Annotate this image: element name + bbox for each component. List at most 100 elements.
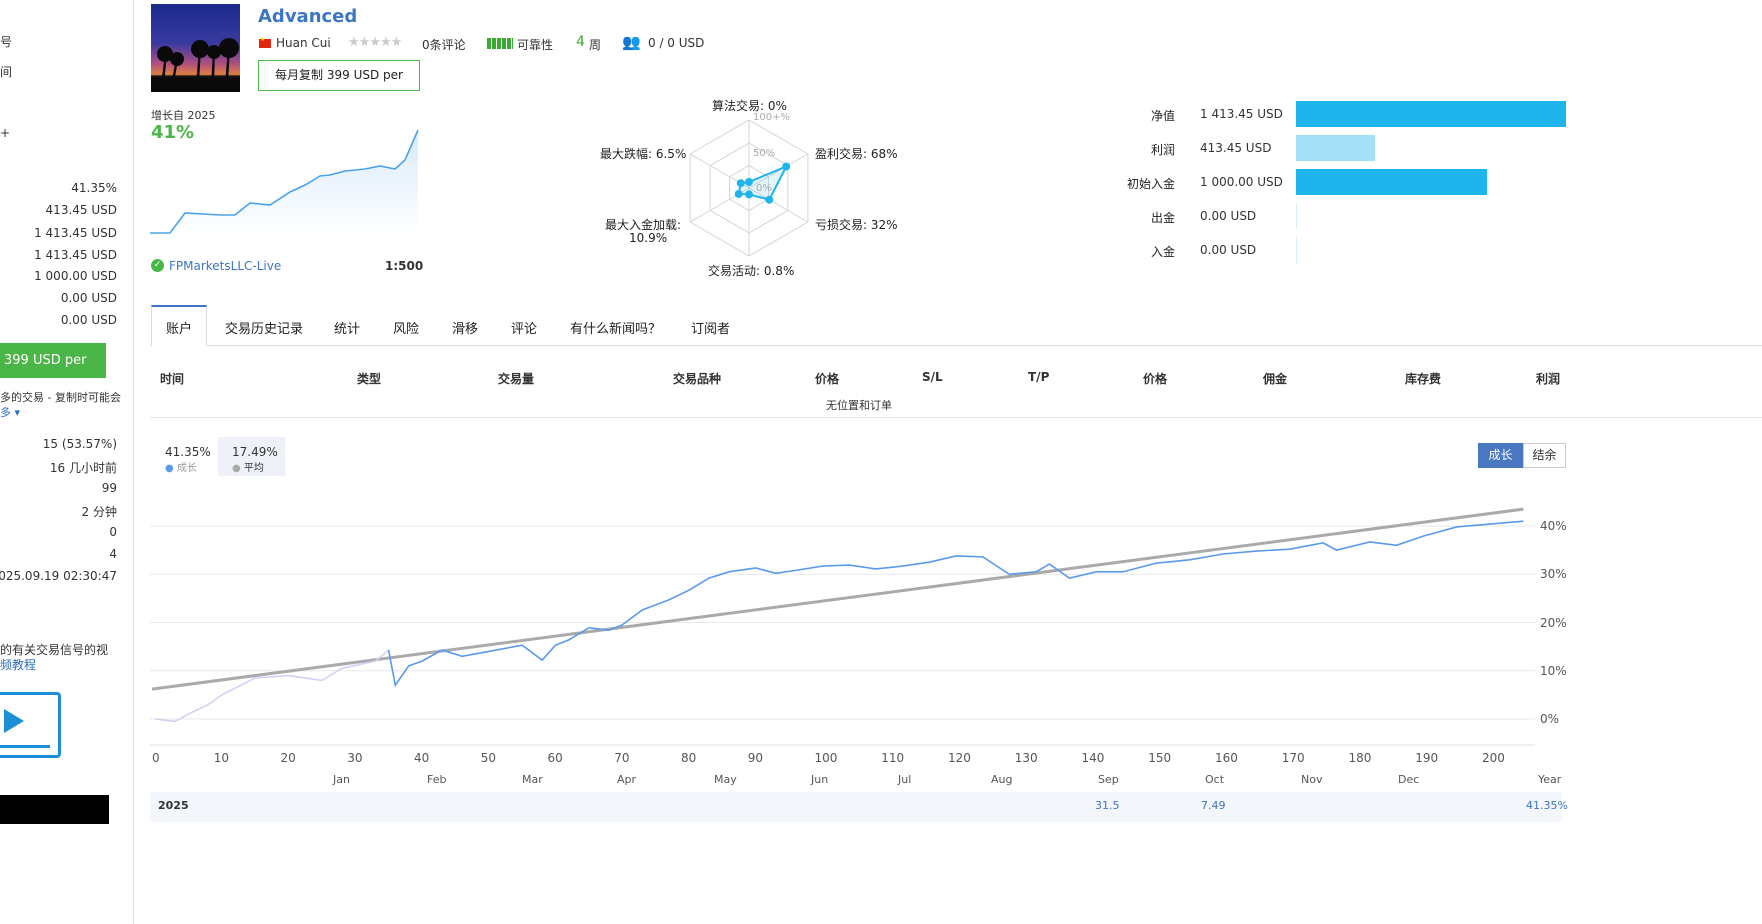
balance-label: 利润 [1150,143,1175,157]
month-label: Jul [898,773,912,786]
legend-growth-value: 41.35% [165,445,211,459]
x-tick-label: 190 [1415,751,1439,765]
balance-label: 出金 [1150,211,1175,225]
year-row [150,792,1562,822]
sidebar-stat: 16 几小时前 [49,461,117,475]
video-play-icon[interactable] [0,692,61,758]
sidebar-value: 0.00 USD [60,313,117,327]
table-empty-message: 无位置和订单 [826,399,892,412]
reviews-link[interactable]: 0条评论 [422,36,466,53]
month-label: Aug [991,773,1013,786]
growth-since-label: 增长自 2025 [151,109,216,122]
x-tick-label: 80 [681,751,697,765]
radar-point [782,162,791,171]
weeks-unit: 周 [589,38,602,52]
sidebar-value: 0.00 USD [60,291,117,305]
reliability-label: 可靠性 [517,38,554,52]
month-label: Jun [811,773,829,786]
month-label: Oct [1205,773,1225,786]
tab-news[interactable]: 有什么新闻吗？ [570,318,661,337]
legend-average-value: 17.49% [232,445,278,459]
month-label: Year [1538,773,1562,786]
month-label: Mar [522,773,543,786]
tab-risk[interactable]: 风险 [393,318,419,337]
radar-point [734,189,743,198]
sidebar-value: 41.35% [71,181,117,195]
radar-label-loss: 亏损交易: 32% [815,218,898,232]
sidebar-label: 间 [0,65,13,79]
col-time: 时间 [160,372,185,386]
balance-label: 入金 [1150,245,1175,259]
x-tick-label: 150 [1148,751,1172,765]
legend-average[interactable]: 17.49% ● 平均 [218,437,285,476]
year-row-sep: 31.5 [1095,799,1120,812]
broker-link[interactable]: FPMarketsLLC-Live [169,259,281,273]
x-tick-label: 50 [480,751,497,765]
leverage-value: 1:500 [385,259,424,273]
sidebar-stat: 2025.09.19 02:30:47 [0,569,117,583]
x-tick-label: 120 [948,751,971,765]
balance-bar [1296,203,1297,229]
radar-tick: 50% [753,148,776,159]
sidebar-stat: 99 [101,481,117,495]
x-tick-label: 160 [1215,751,1238,765]
radar-point [736,179,745,188]
warning-text: 多的交易 - 复制时可能会 [0,391,121,404]
year-row-total: 41.35% [1526,799,1568,812]
balance-value: 1 000.00 USD [1200,175,1283,189]
signal-avatar [151,4,240,92]
radar-value-deposit-load: 10.9% [629,231,668,245]
x-tick-label: 140 [1081,751,1105,765]
tab-account[interactable]: 账户 [166,318,192,337]
subscribers-icon: 👥 [622,33,641,51]
toggle-balance-button[interactable]: 结余 [1523,443,1566,468]
balance-value: 0.00 USD [1200,209,1257,223]
author-link[interactable]: Huan Cui [276,36,331,50]
x-tick-label: 20 [280,751,296,765]
radar-point [745,190,753,199]
china-flag-icon: ★ [259,36,271,48]
tabs-divider [150,345,1762,346]
balance-bar [1296,237,1297,263]
col-commission: 佣金 [1263,372,1288,386]
tab-reviews[interactable]: 评论 [511,318,537,337]
tab-history[interactable]: 交易历史记录 [225,318,303,337]
month-label: Jan [333,773,350,786]
dot-icon: ● [165,463,174,474]
more-label: 多 [0,406,11,419]
video-link[interactable]: 频教程 [0,656,36,673]
radar-tick: 0% [756,183,772,194]
sidebar-stat: 0 [109,525,117,539]
x-tick-label: 40 [414,751,430,765]
legend-growth[interactable]: 41.35% ● 成长 [160,438,211,476]
sidebar-label: 号 [0,35,13,49]
x-tick-label: 30 [347,751,363,765]
col-tp: T/P [1028,370,1050,384]
year-row-year: 2025 [158,799,189,812]
sidebar-value: 413.45 USD [45,203,117,217]
x-tick-label: 130 [1014,751,1038,765]
radar-point [765,195,774,204]
balance-bar [1296,169,1488,195]
sidebar-stat: 4 [109,547,117,561]
toggle-growth-button[interactable]: 成长 [1478,443,1523,468]
x-tick-label: 10 [213,751,230,765]
tab-slippage[interactable]: 滑移 [452,318,478,337]
copy-button[interactable]: 每月复制 399 USD per [258,60,420,91]
legend-average-label: 平均 [243,463,264,474]
month-label: Nov [1301,773,1323,786]
subscribe-button[interactable]: 399 USD per [0,343,106,378]
tab-stats[interactable]: 统计 [334,318,360,337]
month-label: Sep [1098,773,1119,786]
x-tick-label: 90 [747,751,764,765]
signal-title[interactable]: Advanced [258,6,357,27]
tab-subscribers[interactable]: 订阅者 [691,318,730,337]
month-label: Apr [617,773,637,786]
balance-bar [1296,101,1566,127]
more-link[interactable]: 多 ▾ [0,404,20,420]
growth-line [387,520,1524,688]
col-swap: 库存费 [1405,372,1442,386]
col-profit: 利润 [1536,372,1561,386]
palm-trees-icon [151,38,240,92]
y-tick-label: 10% [1540,663,1567,678]
